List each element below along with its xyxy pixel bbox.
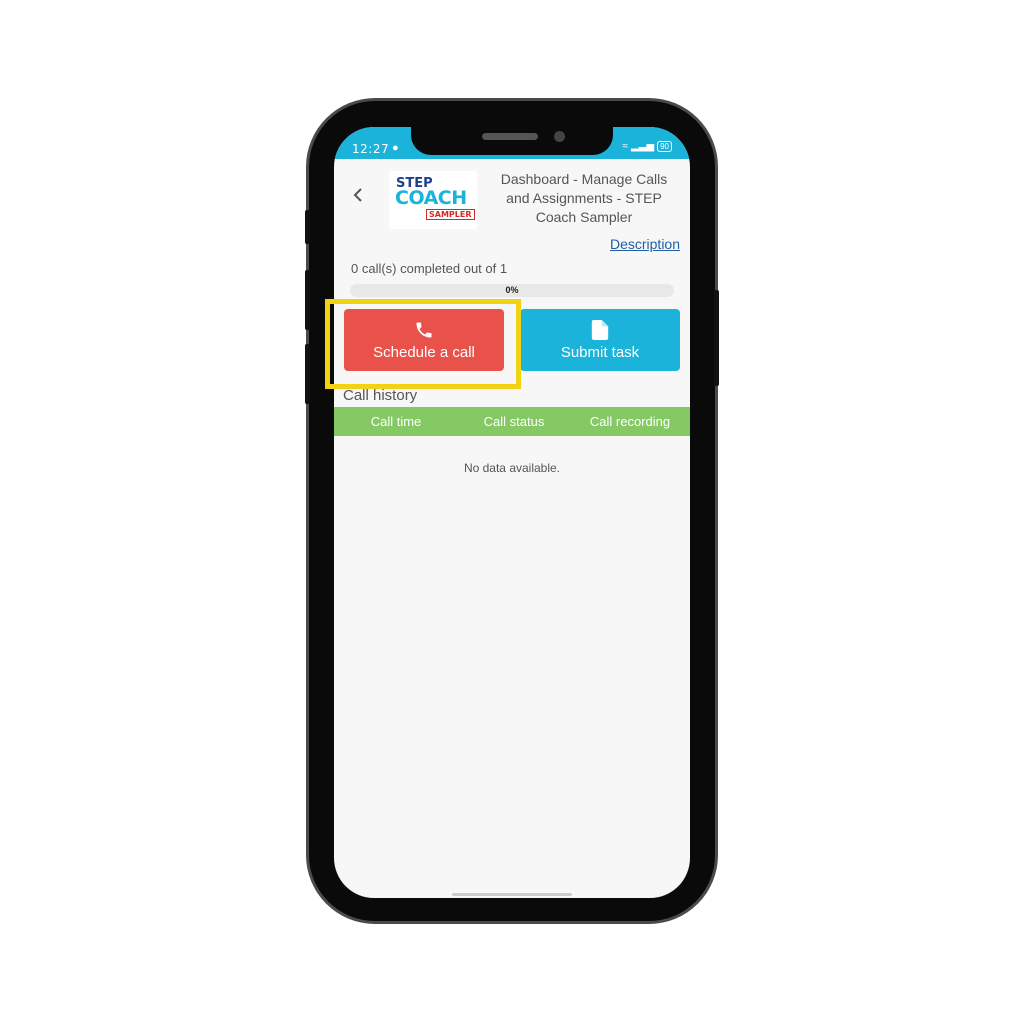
home-indicator[interactable] bbox=[452, 893, 572, 896]
highlight-box bbox=[325, 299, 521, 389]
phone-side-button-volume-up bbox=[305, 270, 310, 330]
logo-sampler-badge: SAMPLER bbox=[426, 209, 475, 220]
column-header-call-status[interactable]: Call status bbox=[458, 414, 570, 429]
phone-speaker bbox=[482, 133, 538, 140]
app-screen: 12:27 ● ≈ ▂▃▅ 90 STEP COACH SAMPLER Dash… bbox=[334, 127, 690, 898]
empty-state-text: No data available. bbox=[463, 461, 561, 475]
phone-side-button-mute bbox=[305, 210, 310, 244]
chevron-left-icon bbox=[353, 188, 362, 202]
notification-icon: ● bbox=[392, 142, 399, 154]
status-time: 12:27 bbox=[352, 142, 390, 156]
status-icons: ≈ ▂▃▅ 90 bbox=[623, 141, 672, 152]
progress-percent-label: 0% bbox=[505, 285, 519, 295]
battery-icon: 90 bbox=[657, 141, 672, 152]
call-history-table-header: Call time Call status Call recording bbox=[334, 407, 690, 436]
phone-notch bbox=[411, 127, 613, 155]
wifi-icon: ≈ bbox=[622, 141, 629, 152]
signal-icon: ▂▃▅ bbox=[631, 141, 655, 152]
phone-side-button-volume-down bbox=[305, 344, 310, 404]
phone-side-button-power bbox=[714, 290, 719, 386]
step-coach-logo: STEP COACH SAMPLER bbox=[389, 171, 477, 229]
column-header-call-recording[interactable]: Call recording bbox=[570, 414, 690, 429]
page-title: Dashboard - Manage Calls and Assignments… bbox=[500, 171, 668, 225]
description-link[interactable]: Description bbox=[610, 236, 680, 252]
back-button[interactable] bbox=[348, 185, 368, 209]
phone-camera bbox=[554, 131, 565, 142]
submit-task-button[interactable]: Submit task bbox=[520, 309, 680, 371]
call-history-title: Call history bbox=[343, 387, 418, 404]
document-icon bbox=[591, 319, 609, 340]
column-header-call-time[interactable]: Call time bbox=[334, 414, 458, 429]
submit-task-label: Submit task bbox=[560, 343, 640, 361]
logo-coach-text: COACH bbox=[395, 187, 467, 209]
progress-text: 0 call(s) completed out of 1 bbox=[351, 261, 508, 276]
